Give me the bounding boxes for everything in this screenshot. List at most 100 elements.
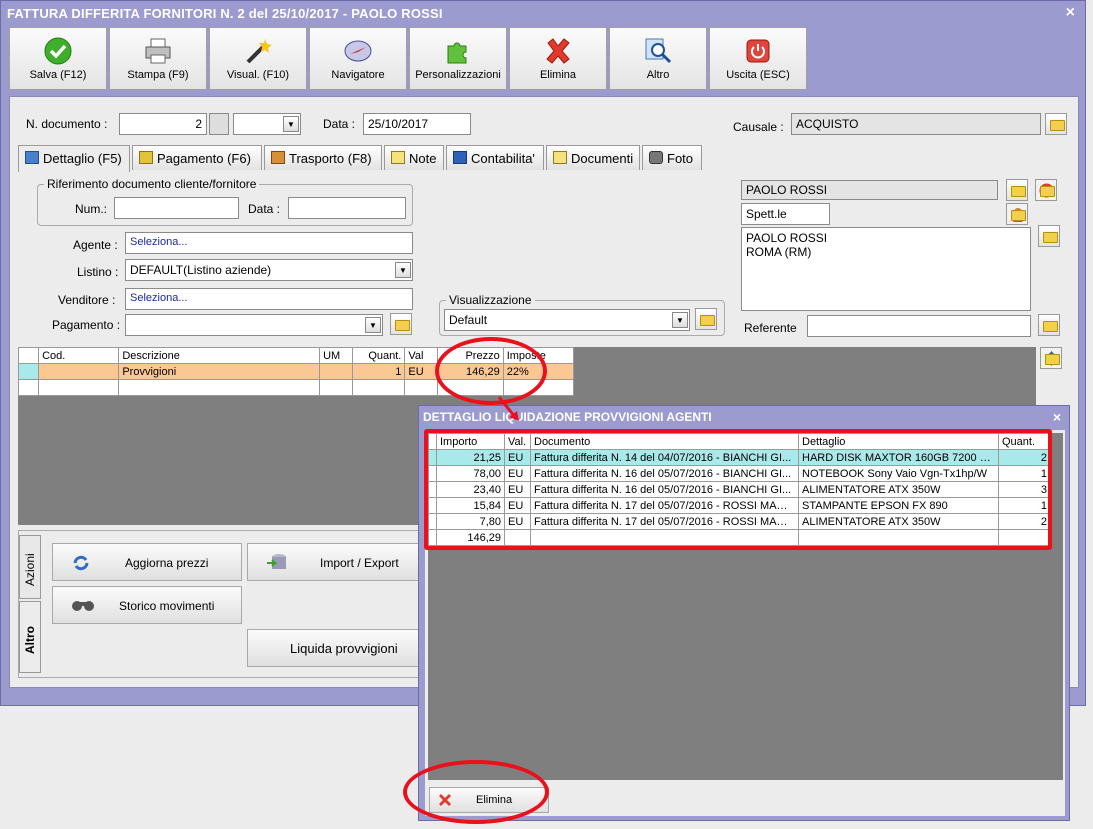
- save-label: Salva (F12): [29, 69, 87, 81]
- liquidate-commissions-button[interactable]: Liquida provvigioni: [247, 629, 422, 667]
- cell-cod[interactable]: [38, 363, 120, 380]
- delete-button[interactable]: Elimina: [509, 27, 607, 90]
- num-label: Num.:: [75, 202, 108, 216]
- toolbar: Salva (F12) Stampa (F9) Visual. (F10) Na…: [9, 27, 1079, 93]
- agente-field[interactable]: Seleziona...: [125, 232, 413, 254]
- causale-label: Causale :: [733, 120, 784, 134]
- document-icon: [553, 151, 567, 164]
- referente-field[interactable]: [807, 315, 1031, 337]
- chevron-down-icon: ▼: [672, 312, 688, 328]
- address-line-1: PAOLO ROSSI: [746, 231, 828, 245]
- tab-documenti[interactable]: Documenti: [546, 145, 640, 170]
- referente-label: Referente: [744, 321, 797, 335]
- cell-quant[interactable]: 1: [352, 363, 406, 380]
- import-export-button[interactable]: Import / Export: [247, 543, 422, 581]
- clear-customer-button[interactable]: [1035, 179, 1057, 201]
- num-field[interactable]: [114, 197, 239, 219]
- tab-pagamento[interactable]: Pagamento (F6): [132, 145, 262, 170]
- dialog-title: DETTAGLIO LIQUIDAZIONE PROVVIGIONI AGENT…: [423, 410, 712, 424]
- chevron-down-icon: ▼: [395, 262, 411, 278]
- person-icon: [1012, 208, 1024, 222]
- tab-trasporto[interactable]: Trasporto (F8): [264, 145, 382, 170]
- update-prices-button[interactable]: Aggiorna prezzi: [52, 543, 242, 581]
- listino-select[interactable]: DEFAULT(Listino aziende) ▼: [125, 259, 413, 281]
- side-tab-altro[interactable]: Altro: [19, 601, 41, 673]
- col-header[interactable]: UM: [319, 347, 354, 364]
- annotation-arrow: [497, 396, 519, 421]
- close-icon[interactable]: ×: [1066, 4, 1075, 22]
- check-icon: [44, 37, 72, 65]
- col-header[interactable]: Descrizione: [118, 347, 321, 364]
- causale-folder-icon[interactable]: [1045, 113, 1067, 135]
- database-icon: [267, 554, 286, 569]
- side-tab-azioni[interactable]: Azioni: [19, 535, 41, 599]
- tab-dettaglio[interactable]: Dettaglio (F5): [18, 145, 130, 172]
- customer-address-field[interactable]: PAOLO ROSSI ROMA (RM): [741, 227, 1031, 311]
- tab-contabilita[interactable]: Contabilita': [446, 145, 544, 170]
- chevron-down-icon: ▼: [283, 116, 299, 132]
- navigator-button[interactable]: Navigatore: [309, 27, 407, 90]
- address-line-2: ROMA (RM): [746, 245, 812, 259]
- customer-folder-icon[interactable]: [1006, 179, 1028, 201]
- tab-foto[interactable]: Foto: [642, 145, 702, 170]
- doc-number-spinner[interactable]: [209, 113, 229, 135]
- agente-label: Agente :: [73, 238, 118, 252]
- row-indicator: [17, 363, 40, 380]
- delete-label: Elimina: [539, 69, 577, 81]
- chevron-down-icon: ▼: [365, 317, 381, 333]
- tab-label: Dettaglio (F5): [43, 151, 122, 166]
- causale-field[interactable]: ACQUISTO: [791, 113, 1041, 135]
- customer-title-field[interactable]: Spett.le: [741, 203, 830, 225]
- save-button[interactable]: Salva (F12): [9, 27, 107, 90]
- print-label: Stampa (F9): [127, 69, 189, 81]
- pagamento-select[interactable]: ▼: [125, 314, 383, 336]
- liquidate-label: Liquida provvigioni: [290, 641, 398, 656]
- pagamento-folder-icon[interactable]: [390, 313, 412, 335]
- tab-label: Trasporto (F8): [289, 151, 372, 166]
- col-header[interactable]: Cod.: [38, 347, 120, 364]
- cell-um[interactable]: [319, 363, 354, 380]
- visualizzazione-select[interactable]: Default ▼: [444, 309, 690, 331]
- riferimento-legend: Riferimento documento cliente/fornitore: [44, 177, 260, 191]
- date-field[interactable]: 25/10/2017: [363, 113, 471, 135]
- doc-series-select[interactable]: ▼: [233, 113, 301, 135]
- customize-button[interactable]: Personalizzazioni: [409, 27, 507, 90]
- cell-val[interactable]: EU: [404, 363, 439, 380]
- address-folder-icon[interactable]: [1038, 225, 1060, 247]
- doc-number-field[interactable]: 2: [119, 113, 207, 135]
- other-label: Altro: [646, 69, 670, 81]
- navigator-label: Navigatore: [331, 69, 385, 81]
- tab-label: Documenti: [571, 151, 634, 166]
- print-button[interactable]: Stampa (F9): [109, 27, 207, 90]
- listino-value: DEFAULT(Listino aziende): [130, 263, 272, 277]
- contact-button[interactable]: [1006, 203, 1028, 225]
- note-icon: [391, 151, 405, 164]
- binoculars-icon: [72, 601, 94, 611]
- referente-folder-icon[interactable]: [1038, 314, 1060, 336]
- ref-date-field[interactable]: [288, 197, 406, 219]
- customer-name-field[interactable]: PAOLO ROSSI: [741, 180, 998, 200]
- preview-button[interactable]: Visual. (F10): [209, 27, 307, 90]
- tab-label: Contabilita': [471, 151, 535, 166]
- sort-button[interactable]: [1040, 347, 1062, 369]
- other-button[interactable]: Altro: [609, 27, 707, 90]
- preview-label: Visual. (F10): [226, 69, 290, 81]
- close-icon: [1039, 183, 1054, 198]
- tab-label: Note: [409, 151, 437, 166]
- cell-descrizione[interactable]: Provvigioni: [118, 363, 321, 380]
- puzzle-icon: [447, 42, 467, 64]
- col-header[interactable]: Val: [404, 347, 439, 364]
- printer-icon: [145, 38, 171, 64]
- exit-button[interactable]: Uscita (ESC): [709, 27, 807, 90]
- doc-number-label: N. documento :: [26, 117, 108, 131]
- listino-label: Listino :: [77, 265, 119, 279]
- pagamento-label: Pagamento :: [52, 318, 121, 332]
- visualizzazione-folder-icon[interactable]: [695, 308, 717, 330]
- venditore-field[interactable]: Seleziona...: [125, 288, 413, 310]
- col-header[interactable]: Quant.: [352, 347, 406, 364]
- visualizzazione-legend: Visualizzazione: [446, 293, 535, 307]
- close-icon[interactable]: ×: [1053, 409, 1061, 425]
- tab-label: Foto: [667, 151, 694, 166]
- tab-note[interactable]: Note: [384, 145, 444, 170]
- history-button[interactable]: Storico movimenti: [52, 586, 242, 624]
